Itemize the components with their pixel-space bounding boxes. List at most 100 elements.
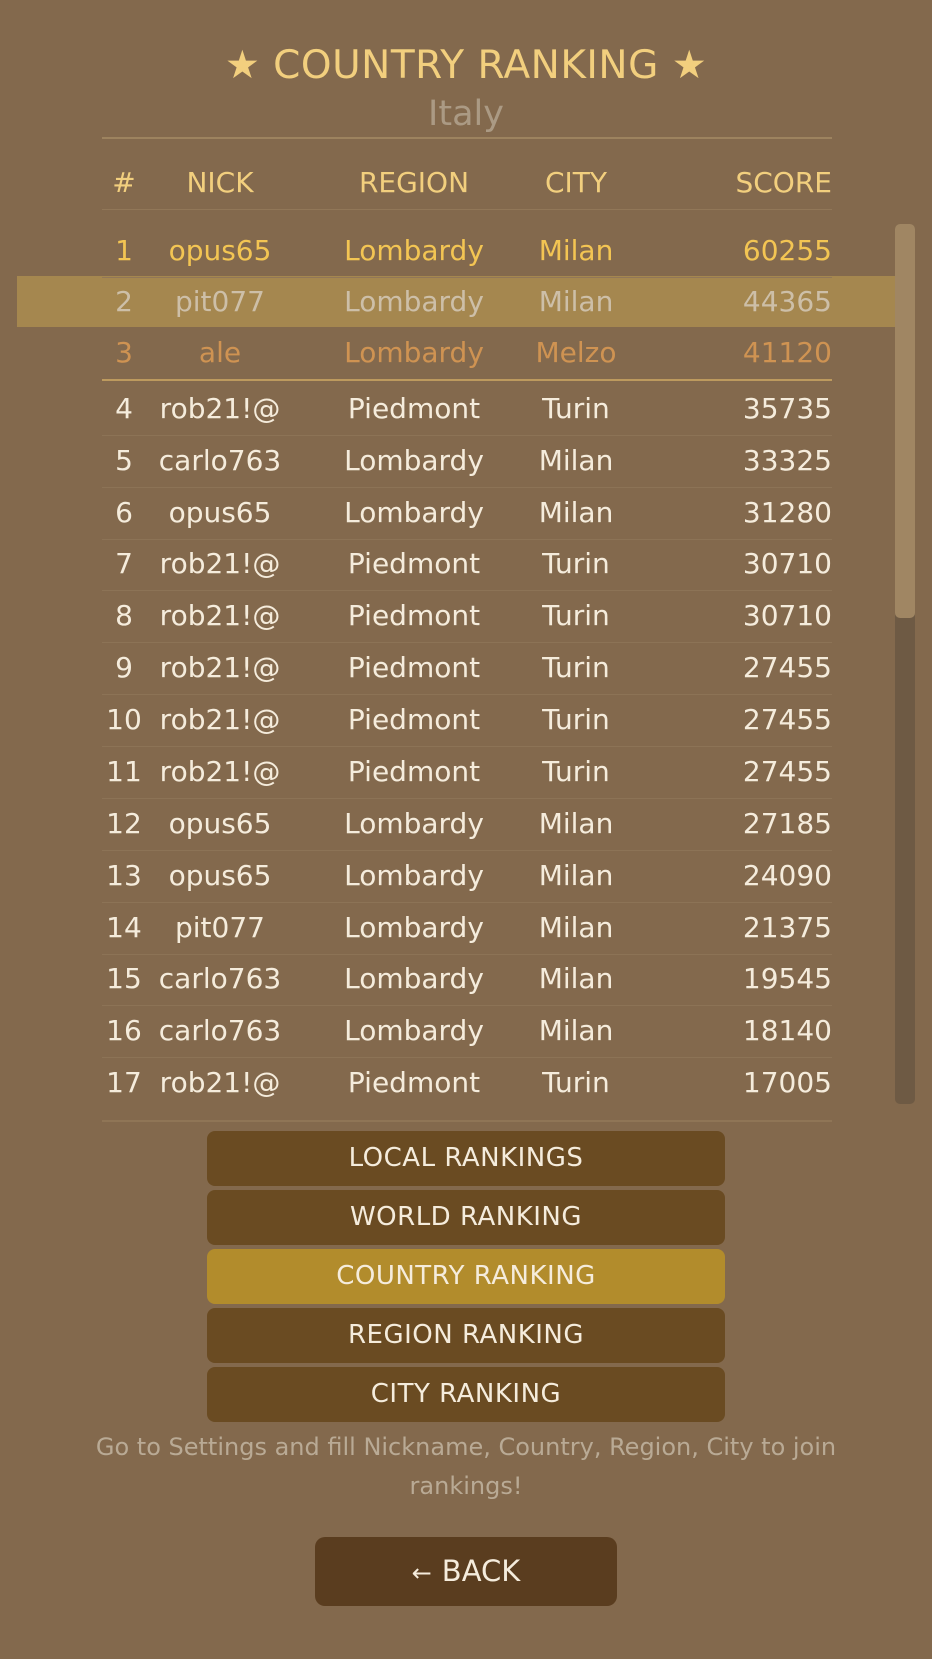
city-cell: Turin <box>542 599 610 632</box>
score-cell: 27455 <box>742 755 832 788</box>
rank-cell: 2 <box>115 285 133 318</box>
city-cell: Turin <box>542 755 610 788</box>
title-divider <box>102 137 832 139</box>
city-cell: Milan <box>538 285 614 318</box>
rank-cell: 12 <box>106 807 142 840</box>
table-row: 7 rob21!@ Piedmont Turin 30710 <box>102 538 832 591</box>
table-row: 16 carlo763 Lombardy Milan 18140 <box>102 1005 832 1058</box>
medal-divider <box>102 379 832 381</box>
table-row: 4 rob21!@ Piedmont Turin 35735 <box>102 383 832 436</box>
table-row-2: 2 pit077 Lombardy Milan 44365 <box>102 276 832 328</box>
city-cell: Milan <box>538 1014 614 1047</box>
rank-cell: 1 <box>115 234 133 267</box>
region-cell: Lombardy <box>344 336 484 369</box>
city-cell: Melzo <box>535 336 617 369</box>
city-cell: Turin <box>542 703 610 736</box>
rank-cell: 17 <box>106 1066 142 1099</box>
score-cell: 21375 <box>742 911 832 944</box>
table-row: 15 carlo763 Lombardy Milan 19545 <box>102 953 832 1006</box>
nick-cell: carlo763 <box>158 1014 282 1047</box>
score-cell: 27455 <box>742 703 832 736</box>
nick-cell: ale <box>198 336 242 369</box>
region-cell: Piedmont <box>347 547 481 580</box>
score-cell: 30710 <box>742 547 832 580</box>
region-cell: Piedmont <box>347 392 481 425</box>
score-cell: 19545 <box>742 962 832 995</box>
rank-cell: 16 <box>106 1014 142 1047</box>
city-cell: Turin <box>542 547 610 580</box>
table-row: 12 opus65 Lombardy Milan 27185 <box>102 798 832 851</box>
local-rankings-button[interactable]: LOCAL RANKINGS <box>207 1131 725 1186</box>
city-cell: Milan <box>538 911 614 944</box>
table-row: 11 rob21!@ Piedmont Turin 27455 <box>102 746 832 799</box>
score-cell: 41120 <box>742 336 832 369</box>
region-cell: Piedmont <box>347 1066 481 1099</box>
region-cell: Lombardy <box>344 962 484 995</box>
table-row: 13 opus65 Lombardy Milan 24090 <box>102 850 832 903</box>
table-bottom-divider <box>102 1120 832 1122</box>
table-scrollbar[interactable] <box>895 224 915 1104</box>
city-cell: Turin <box>542 1066 610 1099</box>
back-button[interactable]: ← BACK <box>315 1537 617 1606</box>
region-cell: Piedmont <box>347 755 481 788</box>
settings-hint: Go to Settings and fill Nickname, Countr… <box>95 1433 837 1500</box>
back-label: BACK <box>441 1554 521 1588</box>
region-cell: Lombardy <box>344 234 484 267</box>
score-cell: 60255 <box>742 234 832 267</box>
column-rank: # <box>112 166 136 199</box>
back-arrow-icon: ← <box>411 1559 432 1587</box>
region-cell: Piedmont <box>347 599 481 632</box>
nick-cell: pit077 <box>175 911 265 944</box>
rank-cell: 6 <box>115 496 133 529</box>
nick-cell: opus65 <box>168 496 272 529</box>
rank-cell: 5 <box>115 444 133 477</box>
page-title: ★ COUNTRY RANKING ★ <box>224 43 708 88</box>
city-ranking-button[interactable]: CITY RANKING <box>207 1367 725 1422</box>
world-ranking-button[interactable]: WORLD RANKING <box>207 1190 725 1245</box>
city-cell: Milan <box>538 234 614 267</box>
city-cell: Milan <box>538 496 614 529</box>
country-subtitle: Italy <box>428 94 504 134</box>
score-cell: 30710 <box>742 599 832 632</box>
rank-cell: 10 <box>106 703 142 736</box>
score-cell: 27455 <box>742 651 832 684</box>
city-cell: Milan <box>538 444 614 477</box>
nick-cell: rob21!@ <box>159 392 281 425</box>
rank-cell: 8 <box>115 599 133 632</box>
nick-cell: rob21!@ <box>159 651 281 684</box>
city-cell: Milan <box>538 962 614 995</box>
score-cell: 44365 <box>742 285 832 318</box>
rank-cell: 15 <box>106 962 142 995</box>
score-cell: 17005 <box>742 1066 832 1099</box>
region-cell: Lombardy <box>344 444 484 477</box>
region-cell: Lombardy <box>344 496 484 529</box>
nick-cell: pit077 <box>175 285 265 318</box>
score-cell: 35735 <box>742 392 832 425</box>
column-city: CITY <box>544 166 607 199</box>
region-cell: Lombardy <box>344 911 484 944</box>
rank-cell: 3 <box>115 336 133 369</box>
nick-cell: rob21!@ <box>159 755 281 788</box>
table-row-1: 1 opus65 Lombardy Milan 60255 <box>102 225 832 278</box>
table-row: 6 opus65 Lombardy Milan 31280 <box>102 487 832 540</box>
city-cell: Milan <box>538 859 614 892</box>
rank-cell: 4 <box>115 392 133 425</box>
table-row: 14 pit077 Lombardy Milan 21375 <box>102 902 832 955</box>
region-cell: Lombardy <box>344 1014 484 1047</box>
nick-cell: opus65 <box>168 859 272 892</box>
city-cell: Turin <box>542 651 610 684</box>
table-row: 8 rob21!@ Piedmont Turin 30710 <box>102 590 832 643</box>
table-row-3: 3 ale Lombardy Melzo 41120 <box>102 327 832 379</box>
rank-cell: 14 <box>106 911 142 944</box>
region-ranking-button[interactable]: REGION RANKING <box>207 1308 725 1363</box>
scrollbar-thumb[interactable] <box>895 224 915 618</box>
region-cell: Lombardy <box>344 285 484 318</box>
score-cell: 31280 <box>742 496 832 529</box>
nick-cell: carlo763 <box>158 444 282 477</box>
nick-cell: carlo763 <box>158 962 282 995</box>
column-region: REGION <box>358 166 470 199</box>
country-ranking-button[interactable]: COUNTRY RANKING <box>207 1249 725 1304</box>
score-cell: 18140 <box>742 1014 832 1047</box>
rank-cell: 11 <box>106 755 142 788</box>
table-header: # NICK REGION CITY SCORE <box>102 157 832 210</box>
